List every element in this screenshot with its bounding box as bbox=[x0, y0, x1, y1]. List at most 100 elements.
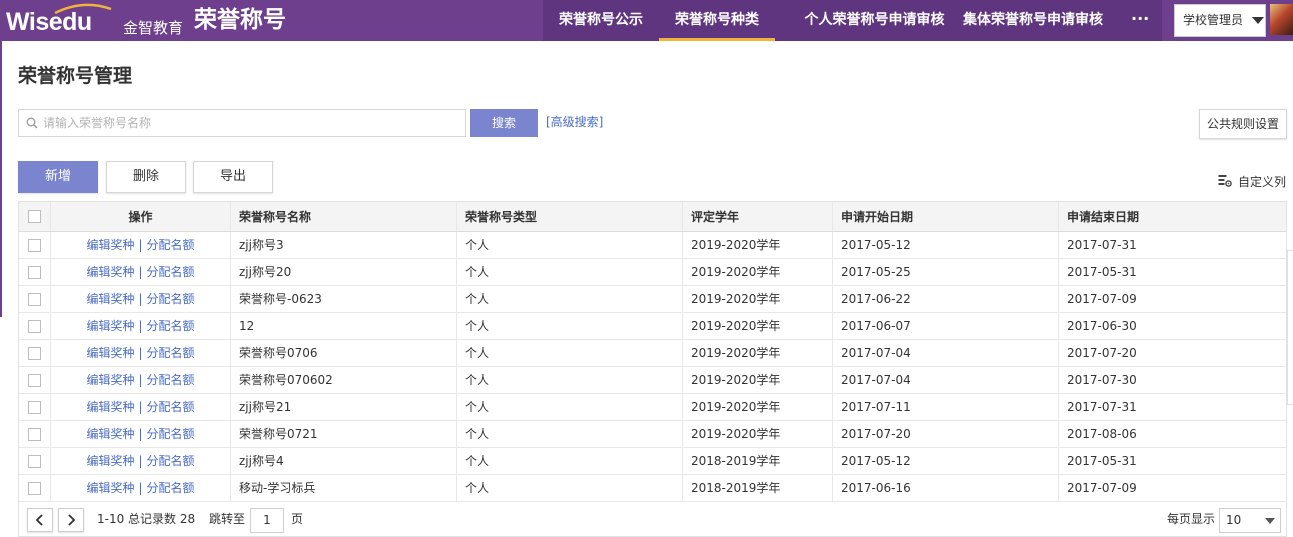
assign-quota-link[interactable]: 分配名额 bbox=[147, 292, 195, 306]
role-selector[interactable]: 学校管理员 bbox=[1174, 4, 1266, 37]
table-header-row: 操作 荣誉称号名称 荣誉称号类型 评定学年 申请开始日期 申请结束日期 bbox=[19, 202, 1286, 232]
cell-type: 个人 bbox=[457, 394, 683, 420]
table-row[interactable]: 编辑奖种 | 分配名额 荣誉称号0721 个人 2019-2020学年 2017-07-20… bbox=[19, 421, 1286, 448]
cell-type: 个人 bbox=[457, 340, 683, 366]
cell-start-date: 2017-06-07 bbox=[833, 313, 1059, 339]
assign-quota-link[interactable]: 分配名额 bbox=[147, 481, 195, 495]
cell-start-date: 2017-06-16 bbox=[833, 475, 1059, 501]
col-header-start-date[interactable]: 申请开始日期 bbox=[833, 202, 1059, 231]
row-checkbox[interactable] bbox=[28, 239, 41, 252]
column-settings-icon bbox=[1218, 175, 1232, 187]
edit-award-link[interactable]: 编辑奖种 bbox=[86, 400, 134, 414]
add-button[interactable]: 新增 bbox=[18, 161, 98, 193]
action-separator: | bbox=[138, 427, 143, 441]
col-header-end-date[interactable]: 申请结束日期 bbox=[1059, 202, 1286, 231]
export-button[interactable]: 导出 bbox=[193, 161, 273, 193]
cell-start-date: 2017-05-25 bbox=[833, 259, 1059, 285]
search-input[interactable] bbox=[43, 110, 463, 136]
table-row[interactable]: 编辑奖种 | 分配名额 zjj称号3 个人 2019-2020学年 2017-05-12 20… bbox=[19, 232, 1286, 259]
edit-award-link[interactable]: 编辑奖种 bbox=[86, 427, 134, 441]
row-checkbox[interactable] bbox=[28, 320, 41, 333]
assign-quota-link[interactable]: 分配名额 bbox=[147, 238, 195, 252]
row-checkbox[interactable] bbox=[28, 266, 41, 279]
row-checkbox-cell bbox=[19, 394, 51, 420]
cell-end-date: 2017-07-31 bbox=[1067, 238, 1137, 252]
scrollbar[interactable] bbox=[1287, 250, 1293, 405]
edit-award-link[interactable]: 编辑奖种 bbox=[86, 346, 134, 360]
cell-name: 移动-学习标兵 bbox=[231, 475, 457, 501]
table-row[interactable]: 编辑奖种 | 分配名额 zjj称号20 个人 2019-2020学年 2017-05-25 2… bbox=[19, 259, 1286, 286]
cell-start-date: 2017-05-12 bbox=[833, 448, 1059, 474]
caret-down-icon bbox=[1252, 17, 1264, 24]
table-row[interactable]: 编辑奖种 | 分配名额 zjj称号4 个人 2018-2019学年 2017-05-12 20… bbox=[19, 448, 1286, 475]
row-checkbox-cell bbox=[19, 286, 51, 312]
table-row[interactable]: 编辑奖种 | 分配名额 12 个人 2019-2020学年 2017-06-07 2017-0… bbox=[19, 313, 1286, 340]
cell-end-date: 2017-07-09 bbox=[1067, 292, 1137, 306]
public-rules-button[interactable]: 公共规则设置 bbox=[1199, 109, 1287, 139]
assign-quota-link[interactable]: 分配名额 bbox=[147, 454, 195, 468]
row-actions: 编辑奖种 | 分配名额 bbox=[51, 232, 231, 258]
page-number-input[interactable]: 1 bbox=[250, 508, 284, 533]
row-checkbox[interactable] bbox=[28, 428, 41, 441]
nav-more-button[interactable]: ··· bbox=[1131, 0, 1149, 41]
edit-award-link[interactable]: 编辑奖种 bbox=[86, 265, 134, 279]
assign-quota-link[interactable]: 分配名额 bbox=[147, 319, 195, 333]
table-row[interactable]: 编辑奖种 | 分配名额 荣誉称号070602 个人 2019-2020学年 2017-07-… bbox=[19, 367, 1286, 394]
nav-group-review[interactable]: 集体荣誉称号申请审核 bbox=[962, 0, 1104, 41]
edit-award-link[interactable]: 编辑奖种 bbox=[86, 238, 134, 252]
search-box[interactable] bbox=[18, 109, 466, 137]
edit-award-link[interactable]: 编辑奖种 bbox=[86, 319, 134, 333]
col-header-year[interactable]: 评定学年 bbox=[683, 202, 833, 231]
cell-year: 2019-2020学年 bbox=[683, 367, 833, 393]
row-checkbox[interactable] bbox=[28, 374, 41, 387]
search-button[interactable]: 搜索 bbox=[470, 109, 538, 137]
action-separator: | bbox=[138, 265, 143, 279]
assign-quota-link[interactable]: 分配名额 bbox=[147, 427, 195, 441]
avatar[interactable] bbox=[1270, 4, 1293, 35]
cell-type: 个人 bbox=[457, 313, 683, 339]
prev-page-button[interactable] bbox=[27, 508, 53, 532]
table-row[interactable]: 编辑奖种 | 分配名额 移动-学习标兵 个人 2018-2019学年 2017-06-16 2… bbox=[19, 475, 1286, 502]
row-checkbox[interactable] bbox=[28, 293, 41, 306]
edit-award-link[interactable]: 编辑奖种 bbox=[86, 292, 134, 306]
row-checkbox[interactable] bbox=[28, 401, 41, 414]
cell-type: 个人 bbox=[457, 421, 683, 447]
table-row[interactable]: 编辑奖种 | 分配名额 荣誉称号-0623 个人 2019-2020学年 2017-06-2… bbox=[19, 286, 1286, 313]
nav-honor-publicity[interactable]: 荣誉称号公示 bbox=[559, 0, 643, 41]
row-checkbox[interactable] bbox=[28, 455, 41, 468]
row-actions: 编辑奖种 | 分配名额 bbox=[51, 259, 231, 285]
jump-label: 跳转至 bbox=[209, 512, 246, 526]
assign-quota-link[interactable]: 分配名额 bbox=[147, 346, 195, 360]
col-header-name[interactable]: 荣誉称号名称 bbox=[231, 202, 457, 231]
action-separator: | bbox=[138, 238, 143, 252]
wisedu-logo[interactable]: Wisedu bbox=[6, 3, 112, 36]
row-checkbox[interactable] bbox=[28, 347, 41, 360]
next-page-button[interactable] bbox=[58, 508, 84, 532]
per-page-select[interactable]: 10 bbox=[1219, 508, 1281, 533]
custom-columns-label: 自定义列 bbox=[1238, 174, 1287, 189]
table-row[interactable]: 编辑奖种 | 分配名额 荣誉称号0706 个人 2019-2020学年 2017-07-04… bbox=[19, 340, 1286, 367]
record-summary: 1-10 总记录数 28 bbox=[97, 512, 196, 526]
action-separator: | bbox=[138, 454, 143, 468]
row-actions: 编辑奖种 | 分配名额 bbox=[51, 367, 231, 393]
delete-button[interactable]: 删除 bbox=[106, 161, 186, 193]
edit-award-link[interactable]: 编辑奖种 bbox=[86, 454, 134, 468]
table-row[interactable]: 编辑奖种 | 分配名额 zjj称号21 个人 2019-2020学年 2017-07-11 2… bbox=[19, 394, 1286, 421]
nav-honor-types[interactable]: 荣誉称号种类 bbox=[659, 0, 775, 41]
row-checkbox-cell bbox=[19, 232, 51, 258]
assign-quota-link[interactable]: 分配名额 bbox=[147, 265, 195, 279]
edit-award-link[interactable]: 编辑奖种 bbox=[86, 373, 134, 387]
row-checkbox[interactable] bbox=[28, 482, 41, 495]
cell-start-date: 2017-07-04 bbox=[833, 367, 1059, 393]
advanced-search-link[interactable]: [高级搜索] bbox=[546, 114, 603, 130]
assign-quota-link[interactable]: 分配名额 bbox=[147, 373, 195, 387]
select-all-checkbox[interactable] bbox=[28, 210, 41, 223]
custom-columns-button[interactable]: 自定义列 bbox=[1218, 172, 1286, 190]
col-header-type[interactable]: 荣誉称号类型 bbox=[457, 202, 683, 231]
cell-start-date: 2017-06-22 bbox=[833, 286, 1059, 312]
assign-quota-link[interactable]: 分配名额 bbox=[147, 400, 195, 414]
edit-award-link[interactable]: 编辑奖种 bbox=[86, 481, 134, 495]
honor-table: 操作 荣誉称号名称 荣誉称号类型 评定学年 申请开始日期 申请结束日期 编辑奖种… bbox=[18, 201, 1287, 537]
nav-individual-review[interactable]: 个人荣誉称号申请审核 bbox=[790, 0, 959, 41]
cell-name: 荣誉称号070602 bbox=[231, 367, 457, 393]
